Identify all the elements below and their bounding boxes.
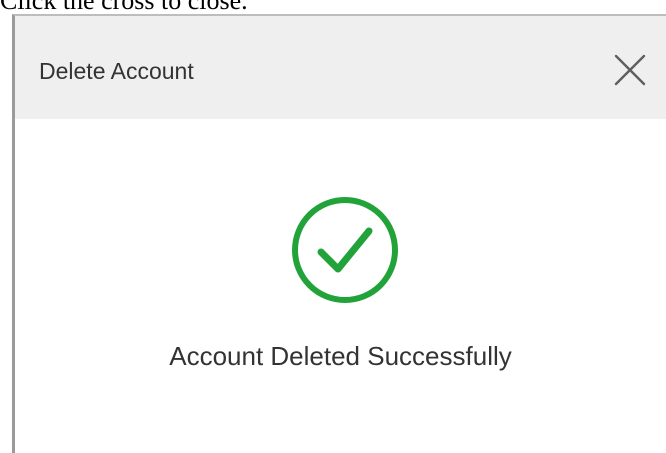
instruction-text: Click the cross to close. xyxy=(0,0,248,15)
success-message: Account Deleted Successfully xyxy=(169,341,512,371)
check-circle-icon xyxy=(290,195,400,305)
dialog-title: Delete Account xyxy=(39,58,194,84)
dialog-header: Delete Account xyxy=(15,16,666,119)
close-icon xyxy=(614,54,646,86)
dialog-body: Account Deleted Successfully xyxy=(15,119,666,453)
delete-account-dialog: Delete Account Account Deleted Successfu… xyxy=(12,14,666,453)
close-button[interactable] xyxy=(612,52,648,88)
